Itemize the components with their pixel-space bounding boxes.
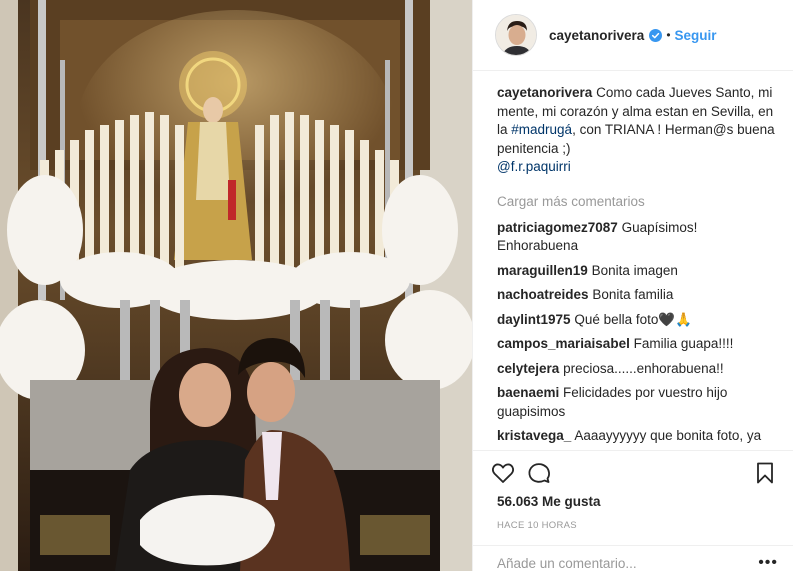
comment-item: maraguillen19 Bonita imagen bbox=[497, 262, 776, 281]
header-separator: • bbox=[666, 28, 671, 42]
follow-button[interactable]: Seguir bbox=[675, 28, 717, 43]
avatar[interactable] bbox=[495, 14, 537, 56]
comment-item: celytejera preciosa......enhorabuena!! bbox=[497, 360, 776, 379]
comment-bubble-icon[interactable] bbox=[527, 461, 551, 485]
comment-text: Bonita familia bbox=[592, 287, 674, 302]
add-comment-bar: Añade un comentario... ••• bbox=[473, 545, 793, 571]
caption-hashtag[interactable]: #madrugá bbox=[511, 122, 572, 137]
post-header: cayetanorivera • Seguir bbox=[473, 0, 793, 71]
header-username[interactable]: cayetanorivera bbox=[549, 28, 644, 43]
caption-username[interactable]: cayetanorivera bbox=[497, 85, 592, 100]
comment-username[interactable]: campos_mariaisabel bbox=[497, 336, 630, 351]
comment-item: kristavega_ Aaaayyyyyy que bonita foto, … bbox=[497, 427, 776, 448]
load-more-comments-button[interactable]: Cargar más comentarios bbox=[497, 194, 776, 209]
action-bar bbox=[473, 450, 793, 493]
caption-mention[interactable]: @f.r.paquirri bbox=[497, 159, 571, 174]
post-photo[interactable] bbox=[0, 0, 472, 571]
bookmark-icon[interactable] bbox=[753, 461, 777, 485]
comment-username[interactable]: celytejera bbox=[497, 361, 559, 376]
post-timestamp: HACE 10 HORAS bbox=[497, 520, 577, 531]
post-caption: cayetanorivera Como cada Jueves Santo, m… bbox=[497, 84, 776, 177]
likes-count[interactable]: 56.063 Me gusta bbox=[497, 494, 601, 509]
post-panel: cayetanorivera • Seguir cayetanorivera C… bbox=[472, 0, 793, 571]
verified-badge-icon bbox=[649, 28, 663, 42]
comment-item: patriciagomez7087 Guapísimos! Enhorabuen… bbox=[497, 219, 776, 256]
comment-text: Familia guapa!!!! bbox=[633, 336, 734, 351]
comments-list[interactable]: cayetanorivera Como cada Jueves Santo, m… bbox=[473, 72, 793, 448]
avatar-portrait-icon bbox=[496, 15, 536, 55]
comment-text: Bonita imagen bbox=[591, 262, 678, 278]
comment-username[interactable]: daylint1975 bbox=[497, 312, 571, 327]
comment-item: nachoatreides Bonita familia bbox=[497, 286, 776, 305]
comment-username[interactable]: patriciagomez7087 bbox=[497, 220, 618, 235]
comment-username[interactable]: nachoatreides bbox=[497, 287, 589, 302]
comment-item: campos_mariaisabel Familia guapa!!!! bbox=[497, 335, 776, 354]
comment-item: daylint1975 Qué bella foto🖤🙏 bbox=[497, 311, 776, 330]
add-comment-input[interactable]: Añade un comentario... bbox=[497, 556, 637, 571]
comment-item: baenaemi Felicidades por vuestro hijo gu… bbox=[497, 384, 776, 421]
comment-username[interactable]: maraguillen19 bbox=[497, 263, 588, 278]
comment-username[interactable]: kristavega_ bbox=[497, 428, 571, 443]
comment-username[interactable]: baenaemi bbox=[497, 385, 559, 400]
more-options-button[interactable]: ••• bbox=[758, 554, 778, 572]
comment-text: preciosa......enhorabuena!! bbox=[563, 360, 724, 376]
photo-illustration bbox=[0, 0, 472, 571]
instagram-post: cayetanorivera • Seguir cayetanorivera C… bbox=[0, 0, 793, 571]
heart-icon[interactable] bbox=[491, 461, 515, 485]
comment-text: Qué bella foto🖤🙏 bbox=[574, 311, 692, 327]
